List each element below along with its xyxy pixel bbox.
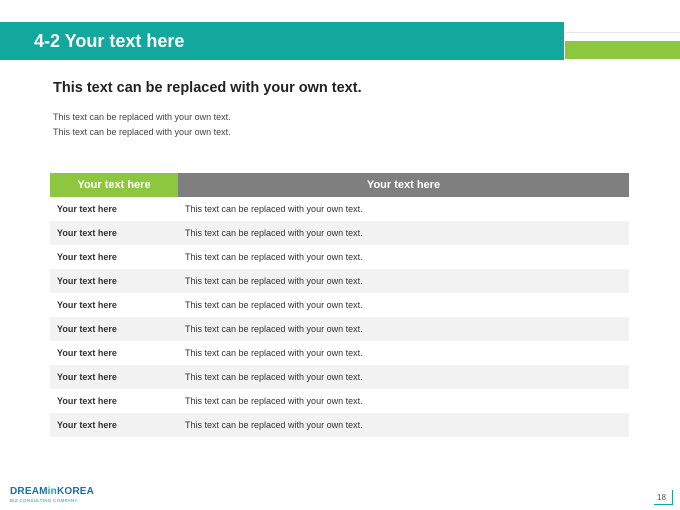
- title-bar-arrow: [540, 22, 564, 60]
- company-logo: DREAMinKOREA BIZ CONSULTING COMPANY: [10, 487, 94, 504]
- table-row: Your text here This text can be replaced…: [50, 269, 629, 293]
- table-row: Your text here This text can be replaced…: [50, 197, 629, 221]
- table-row-label: Your text here: [50, 293, 178, 317]
- table-row: Your text here This text can be replaced…: [50, 293, 629, 317]
- logo-in-text: in: [47, 486, 57, 497]
- table-row-label: Your text here: [50, 245, 178, 269]
- accent-bar: [565, 41, 680, 59]
- logo-tagline: BIZ CONSULTING COMPANY: [10, 498, 78, 503]
- logo-dream-text: DREAM: [10, 486, 48, 497]
- table-row-label: Your text here: [50, 269, 178, 293]
- table-row-text: This text can be replaced with your own …: [178, 413, 629, 437]
- body-text-line: This text can be replaced with your own …: [53, 127, 231, 137]
- page-number: 18: [657, 493, 666, 502]
- table-row-text: This text can be replaced with your own …: [178, 317, 629, 341]
- slide-title: 4-2 Your text here: [34, 31, 185, 51]
- logo-wordmark: DREAMinKOREA: [10, 487, 94, 497]
- table-row-label: Your text here: [50, 413, 178, 437]
- header-divider: [565, 32, 680, 33]
- table-header-row: Your text here Your text here: [50, 173, 629, 197]
- table-header-cell: Your text here: [178, 173, 629, 197]
- table-row-text: This text can be replaced with your own …: [178, 341, 629, 365]
- table-row-label: Your text here: [50, 317, 178, 341]
- logo-korea-text: KOREA: [56, 486, 95, 497]
- table-row: Your text here This text can be replaced…: [50, 389, 629, 413]
- table-row: Your text here This text can be replaced…: [50, 413, 629, 437]
- table-row-label: Your text here: [50, 365, 178, 389]
- table-row: Your text here This text can be replaced…: [50, 341, 629, 365]
- table-header-cell: Your text here: [50, 173, 178, 197]
- content-table: Your text here Your text here Your text …: [50, 173, 629, 437]
- table-row-text: This text can be replaced with your own …: [178, 293, 629, 317]
- table-row-text: This text can be replaced with your own …: [178, 389, 629, 413]
- table-row: Your text here This text can be replaced…: [50, 365, 629, 389]
- table-row-label: Your text here: [50, 389, 178, 413]
- table-row-text: This text can be replaced with your own …: [178, 221, 629, 245]
- table-row-label: Your text here: [50, 197, 178, 221]
- table-row: Your text here This text can be replaced…: [50, 221, 629, 245]
- table-row-label: Your text here: [50, 221, 178, 245]
- table-row-text: This text can be replaced with your own …: [178, 197, 629, 221]
- body-text-line: This text can be replaced with your own …: [53, 112, 231, 122]
- slide-subtitle: This text can be replaced with your own …: [53, 80, 362, 96]
- table-row: Your text here This text can be replaced…: [50, 245, 629, 269]
- table-row-text: This text can be replaced with your own …: [178, 245, 629, 269]
- table-row-text: This text can be replaced with your own …: [178, 365, 629, 389]
- table-row-label: Your text here: [50, 341, 178, 365]
- table-row: Your text here This text can be replaced…: [50, 317, 629, 341]
- table-row-text: This text can be replaced with your own …: [178, 269, 629, 293]
